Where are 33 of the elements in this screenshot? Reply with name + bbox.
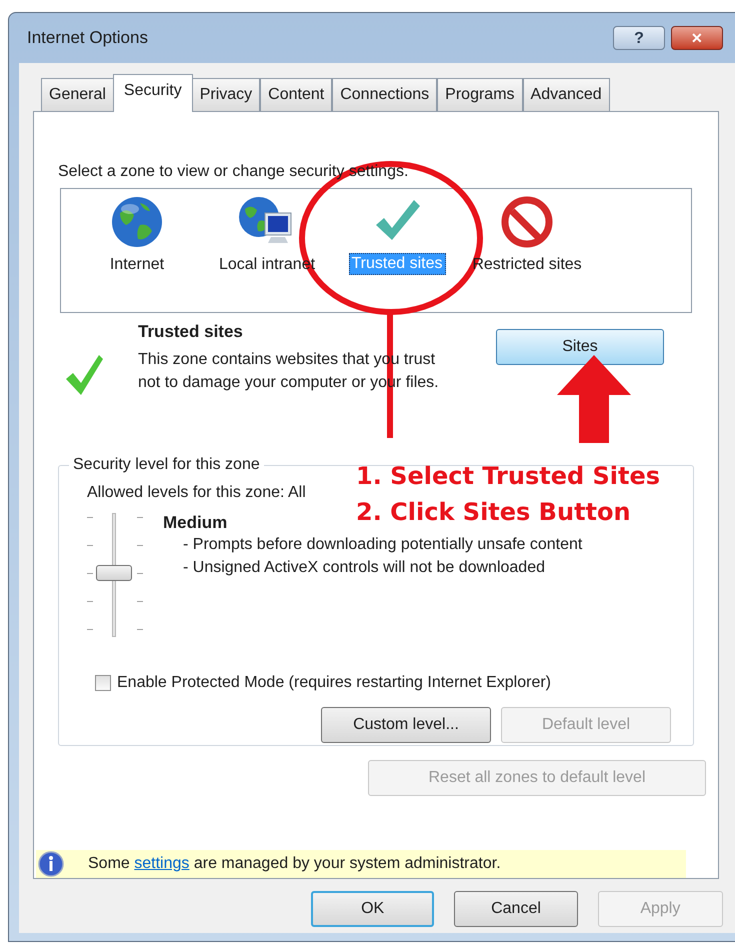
tab[interactable]: Privacy	[192, 78, 260, 111]
globe-icon	[110, 195, 164, 249]
annotation-text: 1. Select Trusted Sites	[356, 461, 660, 492]
level-slider[interactable]	[87, 513, 143, 638]
dialog-button[interactable]: Cancel	[454, 891, 578, 927]
group-legend: Security level for this zone	[69, 453, 264, 478]
allowed-levels: Allowed levels for this zone: All	[87, 483, 307, 504]
dialog-button[interactable]: OK	[311, 891, 434, 927]
tab[interactable]: Connections	[332, 78, 438, 111]
settings-link[interactable]: settings	[134, 855, 190, 872]
level-description: - Unsigned ActiveX controls will not be downloaded	[183, 558, 546, 578]
tab[interactable]: General	[41, 78, 114, 111]
zone-title: Trusted sites	[138, 320, 243, 343]
zone-item[interactable]: Internet	[77, 195, 197, 312]
checkmark-icon	[64, 352, 104, 397]
help-button[interactable]: ?	[613, 26, 665, 50]
tab[interactable]: Advanced	[522, 78, 610, 111]
tab[interactable]: Programs	[437, 78, 523, 111]
sites-button[interactable]: Sites	[496, 328, 664, 365]
info-text: Some settings are managed by your system administrator.	[88, 854, 501, 874]
zone-label: Trusted sites	[348, 253, 446, 275]
prohibited-icon	[500, 195, 554, 249]
slider-thumb[interactable]	[96, 565, 132, 582]
protected-mode-checkbox[interactable]	[95, 675, 111, 692]
tab[interactable]: Security	[112, 74, 193, 112]
level-name: Medium	[163, 513, 228, 534]
zone-label: Internet	[108, 255, 166, 275]
level-description: - Prompts before downloading potentially unsafe content	[183, 535, 584, 556]
annotation-text: 2. Click Sites Button	[356, 497, 632, 528]
checkbox-label: Enable Protected Mode (requires restarting Internet Explorer)	[117, 673, 551, 694]
level-button[interactable]: Custom level...	[321, 707, 491, 744]
tab[interactable]: Content	[260, 78, 332, 111]
window-title: Internet Options	[27, 27, 149, 50]
